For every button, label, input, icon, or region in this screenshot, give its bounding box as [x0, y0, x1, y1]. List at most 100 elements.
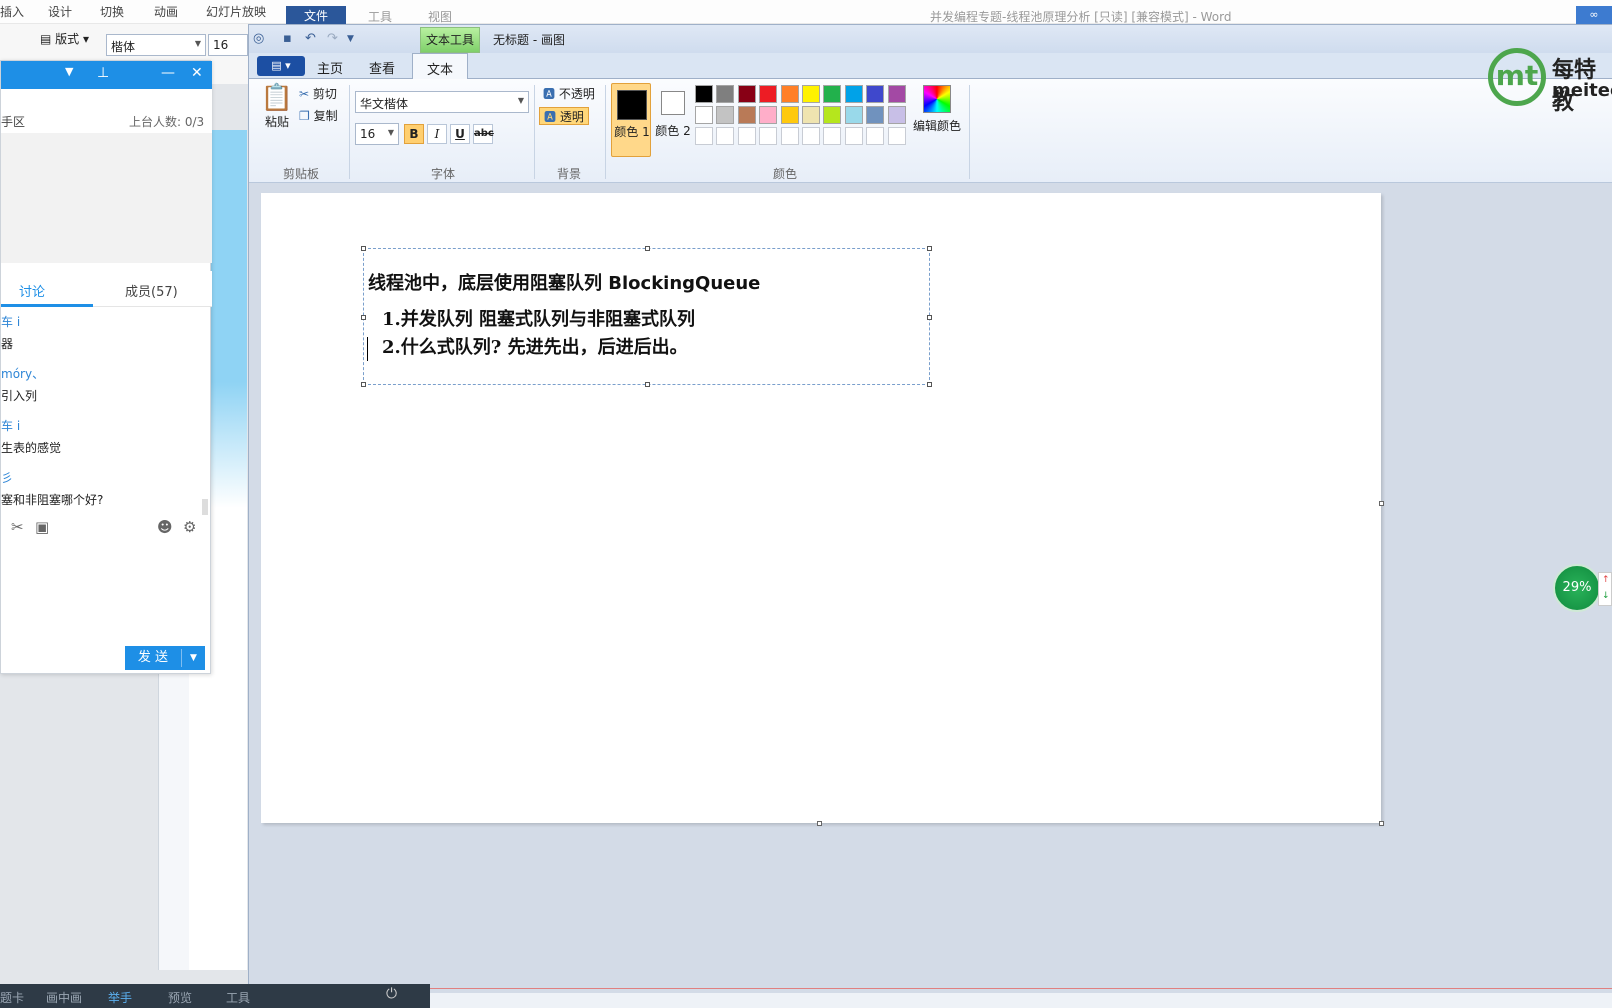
chevron-down-icon[interactable]: ▼ — [182, 646, 205, 670]
close-icon[interactable]: ✕ — [191, 65, 203, 81]
palette-color-swatch[interactable] — [887, 85, 906, 103]
send-button[interactable]: 发 送 ▼ — [125, 646, 205, 670]
cut-button[interactable]: ✂ 剪切 — [299, 85, 337, 102]
palette-color-swatch[interactable] — [695, 127, 713, 145]
toolbar-item-preview[interactable]: 预览 — [168, 989, 192, 1006]
link-icon[interactable]: ∞ — [1576, 6, 1612, 24]
text-line-1[interactable]: 线程池中，底层使用阻塞队列 BlockingQueue — [368, 269, 760, 295]
text-line-3[interactable]: 2.什么式队列? 先进先出，后进后出。 — [382, 333, 688, 359]
strikethrough-button[interactable]: abc — [473, 124, 494, 144]
font-size-select[interactable]: 16 ▼ — [355, 123, 399, 145]
pin-icon[interactable]: ⊥ — [97, 65, 109, 81]
palette-color-swatch[interactable] — [737, 106, 756, 124]
edit-colors-button[interactable]: 编辑颜色 — [909, 83, 965, 134]
palette-color-swatch[interactable] — [844, 85, 863, 103]
word-layout-button[interactable]: ▤ 版式 ▾ — [40, 30, 89, 47]
resize-handle[interactable] — [361, 315, 366, 320]
color2-button[interactable]: 颜色 2 — [653, 83, 693, 157]
chevron-down-icon[interactable]: ▼ — [65, 65, 73, 78]
tab-discuss[interactable]: 讨论 — [19, 281, 45, 300]
word-menu-tools[interactable]: 工具 — [368, 8, 392, 25]
word-file-tab[interactable]: 文件 — [286, 6, 346, 26]
word-menu-animation[interactable]: 动画 — [154, 3, 178, 20]
network-speed-badge[interactable]: 29% — [1553, 564, 1601, 612]
transparent-button[interactable]: 🅰 透明 — [539, 107, 589, 125]
word-size-select[interactable]: 16 — [208, 34, 248, 56]
toolbar-item-raise-hand[interactable]: 举手 — [108, 989, 132, 1006]
user-voice-icon[interactable]: ☻ — [157, 518, 173, 536]
palette-color-swatch[interactable] — [759, 127, 778, 145]
palette-color-swatch[interactable] — [695, 85, 713, 103]
palette-color-swatch[interactable] — [695, 106, 713, 124]
canvas-resize-handle[interactable] — [1379, 501, 1384, 506]
opaque-button[interactable]: 🅰 不透明 — [539, 85, 599, 103]
font-family-select[interactable]: 华文楷体 ▼ — [355, 91, 529, 113]
palette-color-swatch[interactable] — [802, 127, 820, 145]
palette-color-swatch[interactable] — [759, 85, 778, 103]
palette-color-swatch[interactable] — [802, 85, 820, 103]
palette-color-swatch[interactable] — [866, 127, 885, 145]
gear-icon[interactable]: ⚙ — [183, 518, 196, 536]
tab-members[interactable]: 成员(57) — [125, 281, 178, 300]
resize-handle[interactable] — [927, 246, 932, 251]
underline-button[interactable]: U — [450, 124, 470, 144]
drawing-canvas[interactable]: 线程池中，底层使用阻塞队列 BlockingQueue 1.并发队列 阻塞式队列… — [261, 193, 1381, 823]
tab-text[interactable]: 文本 — [412, 53, 469, 80]
toolbar-item-tools[interactable]: 工具 — [226, 989, 250, 1006]
image-icon[interactable]: ▣ — [35, 518, 49, 536]
palette-color-swatch[interactable] — [823, 85, 842, 103]
word-menu-transition[interactable]: 切换 — [100, 3, 124, 20]
palette-color-swatch[interactable] — [802, 106, 820, 124]
palette-color-swatch[interactable] — [887, 106, 906, 124]
bold-button[interactable]: B — [404, 124, 424, 144]
palette-color-swatch[interactable] — [716, 106, 735, 124]
minimize-icon[interactable]: — — [161, 65, 175, 81]
tab-view[interactable]: 查看 — [369, 58, 395, 77]
resize-handle[interactable] — [645, 382, 650, 387]
palette-color-swatch[interactable] — [759, 106, 778, 124]
resize-handle[interactable] — [927, 382, 932, 387]
word-menu-slideshow[interactable]: 幻灯片放映 — [206, 3, 266, 20]
palette-color-swatch[interactable] — [716, 127, 735, 145]
resize-handle[interactable] — [927, 315, 932, 320]
palette-color-swatch[interactable] — [866, 85, 885, 103]
redo-icon[interactable]: ↷ — [327, 31, 338, 46]
resize-handle[interactable] — [361, 246, 366, 251]
word-menu-insert[interactable]: 插入 — [0, 3, 24, 20]
palette-color-swatch[interactable] — [887, 127, 906, 145]
message-author[interactable]: 车 i — [1, 313, 20, 330]
paste-button[interactable]: 📋 粘贴 — [259, 83, 295, 130]
palette-color-swatch[interactable] — [823, 106, 842, 124]
palette-color-swatch[interactable] — [737, 127, 756, 145]
paint-app-icon[interactable]: ◎ — [253, 31, 264, 46]
tab-home[interactable]: 主页 — [317, 58, 343, 77]
palette-color-swatch[interactable] — [716, 85, 735, 103]
save-icon[interactable]: ▪ — [283, 31, 292, 46]
palette-color-swatch[interactable] — [780, 127, 799, 145]
power-icon[interactable]: ⏻ — [386, 986, 397, 1002]
word-menu-view[interactable]: 视图 — [428, 8, 452, 25]
text-line-2[interactable]: 1.并发队列 阻塞式队列与非阻塞式队列 — [382, 305, 695, 331]
chat-scrollbar[interactable] — [202, 499, 208, 515]
word-font-select[interactable]: 楷体 ▼ — [106, 34, 206, 56]
palette-color-swatch[interactable] — [780, 106, 799, 124]
toolbar-item-card[interactable]: 题卡 — [0, 989, 24, 1006]
copy-button[interactable]: ❐ 复制 — [299, 107, 338, 124]
resize-handle[interactable] — [645, 246, 650, 251]
text-box[interactable]: 线程池中，底层使用阻塞队列 BlockingQueue 1.并发队列 阻塞式队列… — [361, 246, 932, 387]
palette-color-swatch[interactable] — [780, 85, 799, 103]
canvas-resize-handle[interactable] — [1379, 821, 1384, 826]
palette-color-swatch[interactable] — [866, 106, 885, 124]
paint-app-menu[interactable]: ▤ ▾ — [257, 56, 305, 76]
word-menu-design[interactable]: 设计 — [48, 3, 72, 20]
canvas-resize-handle[interactable] — [817, 821, 822, 826]
undo-icon[interactable]: ↶ — [305, 31, 316, 46]
italic-button[interactable]: I — [427, 124, 447, 144]
message-author[interactable]: móry、 — [1, 365, 44, 382]
palette-color-swatch[interactable] — [844, 127, 863, 145]
message-author[interactable]: 车 i — [1, 417, 20, 434]
toolbar-item-pip[interactable]: 画中画 — [46, 989, 82, 1006]
chevron-down-icon[interactable]: ▼ — [347, 34, 354, 44]
palette-color-swatch[interactable] — [737, 85, 756, 103]
resize-handle[interactable] — [361, 382, 366, 387]
